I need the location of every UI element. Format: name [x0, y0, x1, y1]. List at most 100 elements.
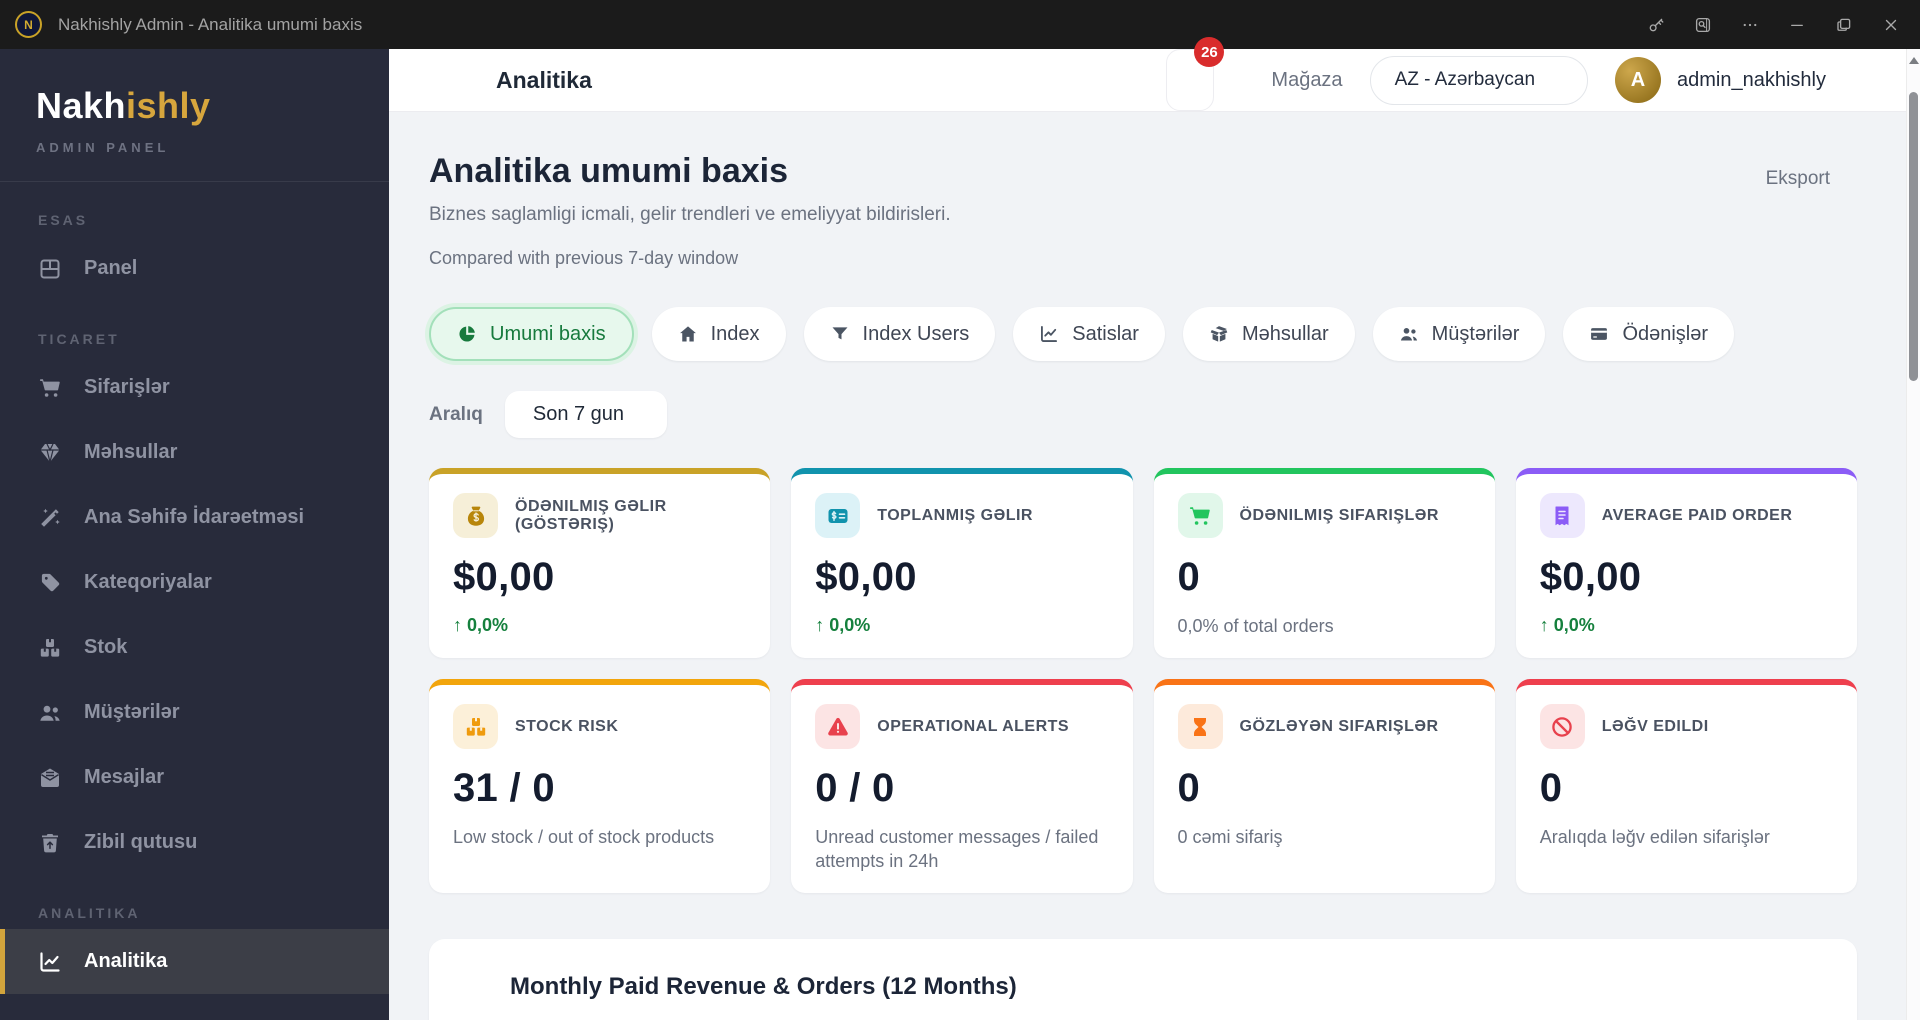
- card-icon-chip: [453, 493, 498, 538]
- chart-line-icon: [38, 950, 62, 974]
- sidebar-item-label: Məhsullar: [84, 441, 178, 463]
- more-icon: [1741, 16, 1759, 34]
- key-icon: [1647, 16, 1665, 34]
- trash-icon: [38, 831, 62, 855]
- money-bag-icon: [464, 504, 488, 528]
- username: admin_nakhishly: [1677, 68, 1826, 91]
- banknote-icon: [826, 504, 850, 528]
- range-select[interactable]: Son 7 gun: [504, 391, 667, 438]
- brand-logo-accent: ishly: [126, 85, 211, 126]
- sidebar-item-stok[interactable]: Stok: [0, 615, 389, 680]
- sidebar-section-label: TICARET: [38, 331, 120, 347]
- chart-card: Monthly Paid Revenue & Orders (12 Months…: [429, 939, 1857, 1020]
- assistant-bot-button[interactable]: [1111, 66, 1139, 94]
- gem-icon: [38, 441, 62, 465]
- hourglass-icon: [1188, 715, 1212, 739]
- sidebar-item-panel[interactable]: Panel: [0, 236, 389, 301]
- language-value: AZ - Azərbaycan: [1394, 69, 1536, 90]
- card-value: 31 / 0: [453, 766, 555, 811]
- app-search-button[interactable]: [1679, 6, 1726, 44]
- export-button[interactable]: Eksport: [1735, 168, 1857, 190]
- sidebar-item-m-hsullar[interactable]: Məhsullar: [0, 420, 389, 485]
- close-button[interactable]: [1867, 6, 1914, 44]
- card-icon-chip: [453, 704, 498, 750]
- chevron-down-icon: [635, 407, 651, 423]
- sidebar-toggle-button[interactable]: [438, 66, 466, 94]
- chart-line-icon: [1039, 324, 1059, 344]
- sidebar: Nakhishly ADMIN PANEL ESAS Panel TICARET Si…: [0, 49, 389, 1020]
- scrollbar[interactable]: [1906, 49, 1920, 1020]
- download-button[interactable]: [1058, 67, 1084, 93]
- pie-icon: [457, 324, 477, 344]
- cart-icon: [1188, 504, 1212, 528]
- chevron-down-icon: [1553, 72, 1569, 88]
- sidebar-item-m-t-ril-r[interactable]: Müştərilər: [0, 680, 389, 745]
- tab-d-ni-l-r[interactable]: Ödənişlər: [1563, 307, 1735, 361]
- robot-icon: [1111, 66, 1139, 94]
- compare-note: Compared with previous 7-day window: [429, 248, 739, 268]
- tab-index-users[interactable]: Index Users: [803, 307, 996, 361]
- chart-title: Monthly Paid Revenue & Orders (12 Months…: [510, 973, 1017, 1001]
- card-icon-chip: [1539, 704, 1585, 750]
- store-link[interactable]: Mağaza: [1241, 69, 1342, 92]
- tab-index[interactable]: Index: [651, 307, 786, 361]
- sidebar-item-ana-s-hif-i-dar-etm-si[interactable]: Ana Səhifə İdarəetməsi: [0, 485, 389, 550]
- tab-umumi-baxis[interactable]: Umumi baxis: [429, 307, 634, 361]
- metric-cards: ÖDƏNILMIŞ GƏLIR (GÖSTƏRIŞ) $0,00 ↑ 0,0% TOP…: [429, 468, 1857, 894]
- brand-logo-primary: Nakh: [36, 85, 127, 126]
- sidebar-item-sifari-l-r[interactable]: Sifarişlər: [0, 355, 389, 420]
- card-subtext: Low stock / out of stock products: [453, 827, 715, 848]
- card-icon-chip: [1177, 493, 1223, 538]
- sidebar-item-mesajlar[interactable]: Mesajlar: [0, 745, 389, 810]
- page-title: Analitika umumi baxis: [429, 152, 788, 190]
- window-controls: [1632, 6, 1914, 44]
- sidebar-item-label: Analitika: [84, 950, 168, 972]
- sidebar-item-label: Ana Səhifə İdarəetməsi: [84, 506, 305, 528]
- brand-logo: Nakhishly: [36, 85, 353, 127]
- tab-satislar[interactable]: Satislar: [1013, 307, 1165, 361]
- scrollbar-thumb[interactable]: [1909, 92, 1918, 381]
- sidebar-item-label: Sifarişlər: [84, 376, 170, 398]
- app-search-icon: [1694, 16, 1712, 34]
- more-button[interactable]: [1726, 6, 1773, 44]
- tab-m-t-ril-r[interactable]: Müştərilər: [1372, 307, 1546, 361]
- tab-label: Index Users: [862, 322, 970, 345]
- tab-label: Məhsullar: [1241, 322, 1329, 345]
- tab-label: Index: [710, 322, 760, 345]
- card-icon-chip: [815, 704, 861, 750]
- card-subtext: 0 cəmi sifariş: [1177, 827, 1283, 848]
- scroll-up-arrow-icon[interactable]: [1908, 57, 1919, 64]
- topbar: Analitika 26 Mağaza AZ - Azərbaycan A ad…: [389, 37, 1920, 112]
- hamburger-icon: [438, 66, 466, 94]
- metric-card-stock-risk: STOCK RISK 31 / 0 Low stock / out of stock…: [429, 679, 771, 894]
- chevron-down-icon: [1841, 171, 1857, 187]
- card-value: $0,00: [815, 555, 917, 599]
- language-select[interactable]: AZ - Azərbaycan: [1369, 55, 1589, 105]
- card-value: 0 / 0: [815, 766, 895, 811]
- sidebar-item-zibil-qutusu[interactable]: Zibil qutusu: [0, 810, 389, 875]
- key-button[interactable]: [1632, 6, 1679, 44]
- tab-m-hsullar[interactable]: Məhsullar: [1182, 307, 1355, 361]
- metric-card-d-nilmi-sifari-l-r: ÖDƏNILMIŞ SIFARIŞLƏR 0 0,0% of total order…: [1153, 468, 1495, 659]
- cart-icon: [38, 376, 62, 400]
- sidebar-item-label: Zibil qutusu: [84, 831, 198, 853]
- range-value: Son 7 gun: [532, 403, 625, 425]
- sidebar-item-kateqoriyalar[interactable]: Kateqoriyalar: [0, 550, 389, 615]
- bar-chart-icon: [469, 974, 495, 1000]
- card-value: 0: [1177, 555, 1201, 599]
- notifications-button[interactable]: 26: [1166, 37, 1225, 111]
- user-menu[interactable]: A admin_nakhishly: [1615, 57, 1860, 103]
- wand-icon: [38, 506, 62, 530]
- sidebar-item-analitika[interactable]: Analitika: [0, 929, 389, 994]
- tags-icon: [38, 571, 62, 595]
- store-link-label: Mağaza: [1271, 68, 1343, 91]
- external-link-icon: [1241, 70, 1261, 90]
- restore-button[interactable]: [1820, 6, 1867, 44]
- ban-icon: [1550, 715, 1574, 739]
- admin-panel-subtitle: ADMIN PANEL: [36, 140, 170, 155]
- card-value: $0,00: [1539, 555, 1642, 599]
- window-titlebar: N Nakhishly Admin - Analitika umumi baxi…: [0, 0, 1920, 49]
- minimize-button[interactable]: [1773, 6, 1820, 44]
- card-subtext: Aralıqda ləğv edilən sifarişlər: [1539, 827, 1770, 848]
- box-icon: [1209, 324, 1229, 344]
